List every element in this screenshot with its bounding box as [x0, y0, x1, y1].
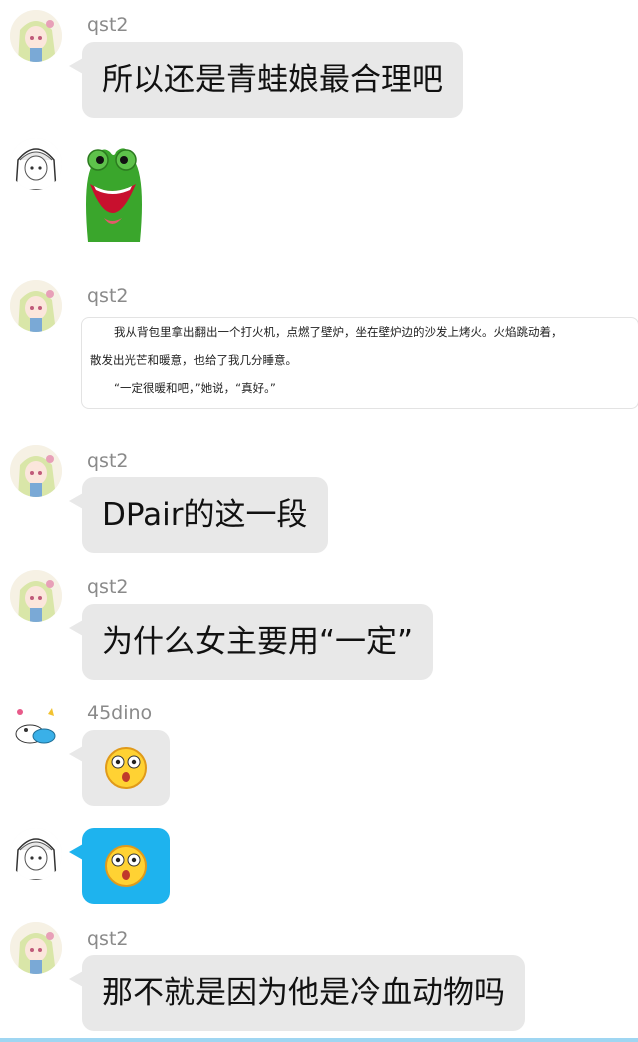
message-bubble[interactable]: DPair的这一段	[69, 477, 328, 553]
message-bubble[interactable]	[69, 828, 170, 904]
sender-name: qst2	[87, 450, 129, 472]
input-area-border	[0, 1038, 638, 1042]
sender-name: qst2	[87, 285, 129, 307]
sender-name: qst2	[87, 14, 129, 36]
message-bubble[interactable]: 那不就是因为他是冷血动物吗	[69, 955, 525, 1031]
avatar-self[interactable]	[10, 828, 62, 880]
avatar-45dino[interactable]	[10, 700, 62, 752]
avatar-qst2[interactable]	[10, 570, 62, 622]
avatar-qst2[interactable]	[10, 10, 62, 62]
sender-name: qst2	[87, 928, 129, 950]
sender-name: 45dino	[87, 702, 153, 724]
sender-name: qst2	[87, 576, 129, 598]
quote-line: 散发出光芒和暖意，也给了我几分睡意。	[90, 353, 297, 367]
frog-sticker[interactable]	[80, 138, 145, 242]
avatar-self[interactable]	[10, 138, 62, 190]
avatar-qst2[interactable]	[10, 445, 62, 497]
avatar-qst2[interactable]	[10, 922, 62, 974]
surprised-face-emoji	[105, 747, 147, 789]
avatar-qst2[interactable]	[10, 280, 62, 332]
quote-line: 我从背包里拿出翻出一个打火机，点燃了壁炉，坐在壁炉边的沙发上烤火。火焰跳动着，	[114, 325, 563, 339]
surprised-face-emoji	[105, 845, 147, 887]
message-bubble[interactable]	[69, 730, 170, 806]
quoted-text-image[interactable]: 我从背包里拿出翻出一个打火机，点燃了壁炉，坐在壁炉边的沙发上烤火。火焰跳动着， …	[81, 317, 638, 409]
message-bubble[interactable]: 为什么女主要用“一定”	[68, 604, 434, 680]
message-bubble[interactable]: 所以还是青蛙娘最合理吧	[69, 42, 463, 118]
quote-line: “一定很暖和吧，”她说，“真好。”	[114, 381, 276, 395]
